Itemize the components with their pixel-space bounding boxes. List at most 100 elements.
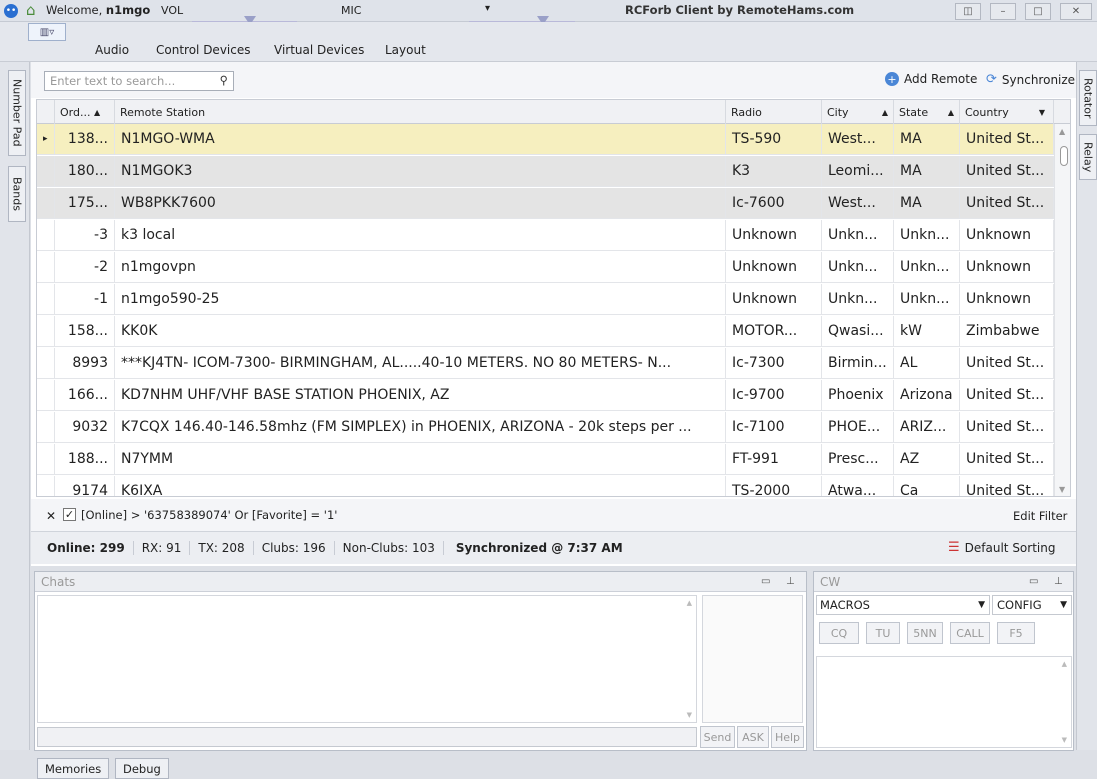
column-header-remote-station[interactable]: Remote Station xyxy=(115,100,726,124)
column-header-order[interactable]: Ord... ▲ xyxy=(55,100,115,124)
table-row[interactable]: 8993 ***KJ4TN- ICOM-7300- BIRMINGHAM, AL.… xyxy=(37,348,1054,379)
chats-float-icon[interactable]: ▭ xyxy=(761,576,770,587)
config-select[interactable]: CONFIG ▼ xyxy=(992,595,1072,615)
add-circle-icon: + xyxy=(885,72,899,86)
default-sorting-button[interactable]: ☰ Default Sorting xyxy=(948,540,1055,555)
cell-city: West... xyxy=(822,124,894,154)
cell-order: 180... xyxy=(55,156,115,186)
cw-key-call[interactable]: CALL xyxy=(950,622,990,644)
dock-tab-number-pad[interactable]: Number Pad xyxy=(8,70,26,156)
synchronize-button[interactable]: ⟳ Synchronize xyxy=(986,72,1075,87)
chat-scroll-up-icon[interactable]: ▲ xyxy=(687,599,692,607)
table-row[interactable]: 175... WB8PKK7600 Ic-7600 West... MA United S… xyxy=(37,188,1054,219)
mic-label: MIC xyxy=(341,4,362,17)
home-icon[interactable]: ⌂ xyxy=(26,1,36,19)
macros-select[interactable]: MACROS ▼ xyxy=(816,595,990,615)
cw-key-f5[interactable]: F5 xyxy=(997,622,1035,644)
dock-tab-bands[interactable]: Bands xyxy=(8,166,26,222)
help-button[interactable]: Help xyxy=(771,726,804,748)
add-remote-button[interactable]: + Add Remote xyxy=(885,72,977,86)
tab-audio[interactable]: Audio xyxy=(95,43,129,57)
search-icon[interactable]: ⚲ xyxy=(220,73,228,87)
table-row[interactable]: -3 k3 local Unknown Unkn... Unkn... Unknown xyxy=(37,220,1054,251)
sort-asc-icon: ▲ xyxy=(947,107,954,117)
grid-vertical-scrollbar[interactable]: ▲ ▼ xyxy=(1054,124,1070,496)
column-header-label: Ord... xyxy=(60,105,91,119)
scroll-down-icon[interactable]: ▼ xyxy=(1059,485,1065,494)
column-header-label: Country xyxy=(965,105,1009,119)
cw-pin-icon[interactable]: ⊥ xyxy=(1054,576,1063,587)
send-button[interactable]: Send xyxy=(700,726,735,748)
tab-layout[interactable]: Layout xyxy=(385,43,426,57)
username-label: n1mgo xyxy=(105,3,151,17)
chats-pin-icon[interactable]: ⊥ xyxy=(786,576,795,587)
app-menu-icon[interactable]: •• xyxy=(4,4,18,18)
search-input[interactable]: Enter text to search... ⚲ xyxy=(44,71,234,91)
table-row[interactable]: 166... KD7NHM UHF/VHF BASE STATION PHOENI… xyxy=(37,380,1054,411)
chat-message-input[interactable] xyxy=(37,727,697,747)
tab-memories[interactable]: Memories xyxy=(37,758,110,779)
cell-remote-station: ***KJ4TN- ICOM-7300- BIRMINGHAM, AL.....… xyxy=(115,348,726,378)
dock-tab-relay[interactable]: Relay xyxy=(1079,134,1097,180)
scroll-thumb[interactable] xyxy=(1060,146,1068,166)
layout-toggle-button[interactable]: ▥▿ xyxy=(28,23,66,41)
close-button[interactable]: ✕ xyxy=(1060,3,1092,20)
table-row[interactable]: ▸ 138... N1MGO-WMA TS-590 West... MA United St… xyxy=(37,124,1054,155)
cell-radio: FT-991 xyxy=(726,444,822,474)
cell-state: AZ xyxy=(894,444,960,474)
row-indicator xyxy=(37,316,55,346)
cell-country: United St... xyxy=(960,124,1054,154)
filter-enabled-checkbox[interactable]: ✓ xyxy=(63,508,76,521)
cell-state: MA xyxy=(894,124,960,154)
cell-country: Unknown xyxy=(960,220,1054,250)
quick-access-dropdown-icon[interactable]: ▾ xyxy=(485,3,490,14)
chat-messages-area[interactable]: ▲ ▼ xyxy=(37,595,697,723)
column-header-radio[interactable]: Radio xyxy=(726,100,822,124)
column-header-country[interactable]: Country ▼ xyxy=(960,100,1054,124)
maximize-button[interactable]: □ xyxy=(1025,3,1051,20)
cw-key-cq[interactable]: CQ xyxy=(819,622,859,644)
tab-control-devices[interactable]: Control Devices xyxy=(156,43,250,57)
minimize-button[interactable]: – xyxy=(990,3,1016,20)
table-row[interactable]: 9032 K7CQX 146.40-146.58mhz (FM SIMPLEX) … xyxy=(37,412,1054,443)
table-row[interactable]: -2 n1mgovpn Unknown Unkn... Unkn... Unknown xyxy=(37,252,1054,283)
restore-layout-button[interactable]: ◫ xyxy=(955,3,981,20)
filter-bar: ✕ ✓ [Online] > '63758389074' Or [Favorit… xyxy=(31,499,1076,531)
cw-float-icon[interactable]: ▭ xyxy=(1029,576,1038,587)
ask-button[interactable]: ASK xyxy=(737,726,769,748)
dock-tab-rotator[interactable]: Rotator xyxy=(1079,70,1097,126)
edit-filter-link[interactable]: Edit Filter xyxy=(1013,509,1067,523)
cell-city: Atwa... xyxy=(822,476,894,496)
cell-state: Ca xyxy=(894,476,960,496)
table-row[interactable]: 158... KK0K MOTOR... Qwasi... kW Zimbabwe xyxy=(37,316,1054,347)
cw-key-5nn[interactable]: 5NN xyxy=(907,622,943,644)
cell-country: Unknown xyxy=(960,284,1054,314)
column-header-city[interactable]: City ▲ xyxy=(822,100,894,124)
chevron-down-icon: ▼ xyxy=(978,600,985,610)
cell-country: United St... xyxy=(960,188,1054,218)
cw-key-tu[interactable]: TU xyxy=(866,622,900,644)
table-row[interactable]: -1 n1mgo590-25 Unknown Unkn... Unkn... Unknow… xyxy=(37,284,1054,315)
column-header-label: State xyxy=(899,105,929,119)
table-row[interactable]: 188... N7YMM FT-991 Presc... AZ United St... xyxy=(37,444,1054,475)
cw-header: CW ▭ ⊥ xyxy=(814,572,1073,592)
chat-users-list[interactable] xyxy=(702,595,803,723)
cw-scroll-up-icon[interactable]: ▲ xyxy=(1062,660,1067,668)
cw-text-area[interactable]: ▲ ▼ xyxy=(816,656,1072,748)
cell-country: United St... xyxy=(960,348,1054,378)
cell-radio: MOTOR... xyxy=(726,316,822,346)
column-header-state[interactable]: State ▲ xyxy=(894,100,960,124)
cw-scroll-down-icon[interactable]: ▼ xyxy=(1062,736,1067,744)
tab-debug[interactable]: Debug xyxy=(115,758,169,779)
chat-scroll-down-icon[interactable]: ▼ xyxy=(687,711,692,719)
tab-virtual-devices[interactable]: Virtual Devices xyxy=(274,43,364,57)
cell-state: Unkn... xyxy=(894,284,960,314)
clear-filter-icon[interactable]: ✕ xyxy=(46,509,56,523)
table-row[interactable]: 9174 K6IXA TS-2000 Atwa... Ca United St... xyxy=(37,476,1054,496)
window-title: RCForb Client by RemoteHams.com xyxy=(625,3,855,17)
online-count: Online: 299 xyxy=(31,541,134,555)
cell-remote-station: n1mgo590-25 xyxy=(115,284,726,314)
scroll-up-icon[interactable]: ▲ xyxy=(1059,127,1065,136)
table-row[interactable]: 180... N1MGOK3 K3 Leomi... MA United St... xyxy=(37,156,1054,187)
cell-country: Zimbabwe xyxy=(960,316,1054,346)
